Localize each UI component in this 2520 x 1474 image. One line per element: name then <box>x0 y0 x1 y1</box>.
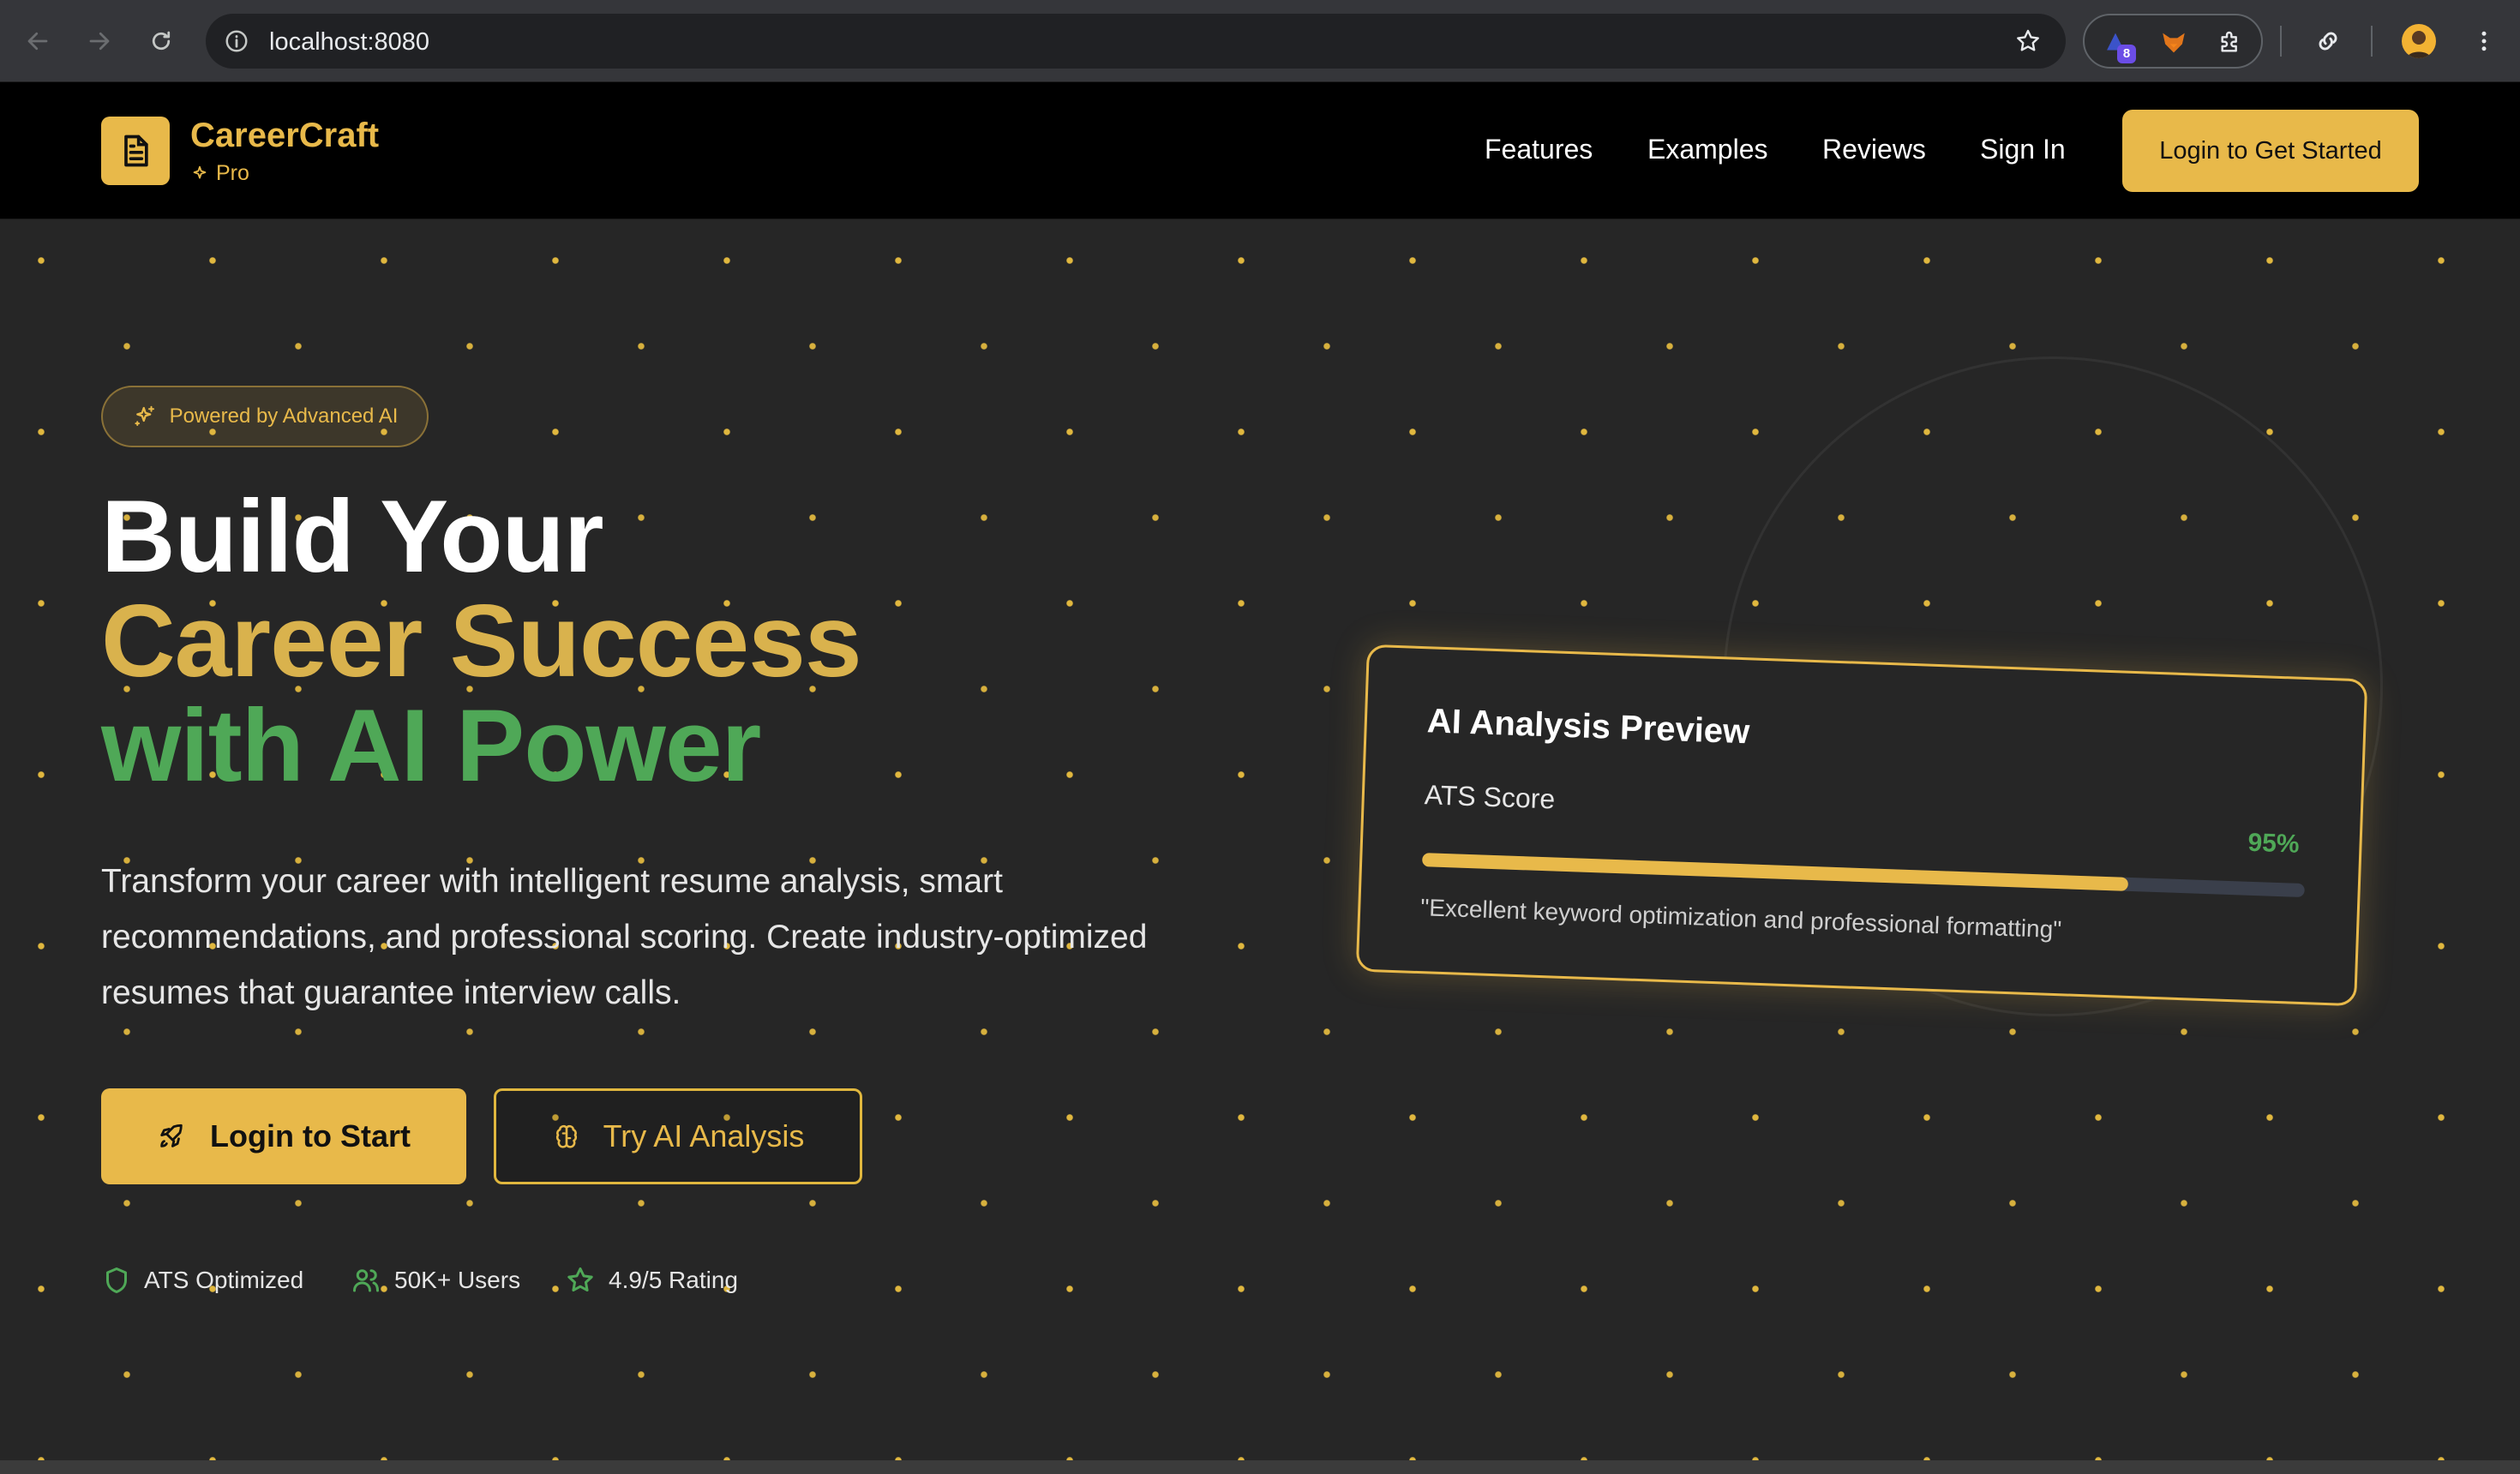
ats-score-bar-fill <box>1422 853 2129 891</box>
star-icon <box>567 1267 593 1292</box>
stat-users: 50K+ Users <box>350 1265 520 1296</box>
hero-title-line-1: Build Your <box>101 479 604 594</box>
ai-analysis-preview-card: AI Analysis Preview ATS Score 95% "Excel… <box>1355 644 2368 1007</box>
extensions-group: 8 <box>2083 14 2263 69</box>
reload-icon[interactable] <box>142 22 180 60</box>
stat-label: 4.9/5 Rating <box>609 1267 738 1293</box>
login-to-start-button[interactable]: Login to Start <box>101 1088 466 1184</box>
hero-section: Powered by Advanced AI Build Your Career… <box>0 219 2520 1474</box>
url-text[interactable]: localhost:8080 <box>269 28 429 57</box>
brain-icon <box>555 1124 577 1148</box>
bookmark-star-icon[interactable] <box>2013 26 2043 57</box>
toolbar-separator <box>2371 26 2373 57</box>
stat-label: ATS Optimized <box>144 1267 304 1293</box>
ats-score-label: ATS Score <box>1424 779 1556 815</box>
pro-label: Pro <box>216 161 249 185</box>
try-ai-analysis-button[interactable]: Try AI Analysis <box>494 1088 862 1184</box>
card-title: AI Analysis Preview <box>1426 702 1750 752</box>
more-menu-icon[interactable] <box>2467 24 2501 58</box>
brand-name[interactable]: CareerCraft <box>190 117 379 155</box>
sparkle-icon <box>193 165 207 178</box>
link-icon[interactable] <box>2311 24 2345 58</box>
nav-features[interactable]: Features <box>1485 134 1593 165</box>
users-icon <box>353 1269 379 1292</box>
stat-rating: 4.9/5 Rating <box>564 1265 738 1296</box>
rocket-icon <box>160 1123 183 1147</box>
site-header: CareerCraft Pro Features Examples Review… <box>0 82 2520 219</box>
hero-title-line-2: Career Success <box>101 584 862 698</box>
puzzle-icon[interactable] <box>2213 26 2247 60</box>
ats-score-value: 95% <box>2247 828 2301 859</box>
extension-icon[interactable]: 8 <box>2098 26 2136 63</box>
document-icon <box>124 135 148 167</box>
page-bottom-edge <box>0 1460 2520 1474</box>
stat-label: 50K+ Users <box>394 1267 521 1293</box>
profile-avatar[interactable] <box>2402 24 2436 58</box>
login-get-started-button[interactable]: Login to Get Started <box>2122 110 2419 192</box>
analysis-quote: "Excellent keyword optimization and prof… <box>1419 894 2062 944</box>
site-info-icon[interactable] <box>221 26 252 57</box>
extension-badge: 8 <box>2117 45 2136 63</box>
nav-examples[interactable]: Examples <box>1647 134 1768 165</box>
forward-icon[interactable] <box>81 22 118 60</box>
shield-icon <box>106 1267 127 1293</box>
pro-tag: Pro <box>190 161 249 186</box>
hero-title-line-3: with AI Power <box>101 688 761 803</box>
try-ai-analysis-label: Try AI Analysis <box>603 1118 805 1153</box>
browser-toolbar: localhost:8080 8 <box>0 0 2520 82</box>
address-bar[interactable]: localhost:8080 <box>206 14 2066 69</box>
toolbar-separator <box>2280 26 2282 57</box>
powered-badge: Powered by Advanced AI <box>101 386 429 447</box>
fox-extension-icon[interactable] <box>2157 26 2191 60</box>
nav-reviews[interactable]: Reviews <box>1822 134 1926 165</box>
login-to-start-label: Login to Start <box>210 1118 411 1153</box>
nav-sign-in[interactable]: Sign In <box>1980 134 2066 165</box>
stat-ats-optimized: ATS Optimized <box>101 1265 303 1296</box>
sparkles-icon <box>134 405 154 426</box>
powered-text: Powered by Advanced AI <box>169 404 399 428</box>
back-icon[interactable] <box>19 22 57 60</box>
logo[interactable] <box>101 117 170 185</box>
hero-description: Transform your career with intelligent r… <box>101 863 1148 1011</box>
ats-score-bar <box>1422 853 2305 898</box>
